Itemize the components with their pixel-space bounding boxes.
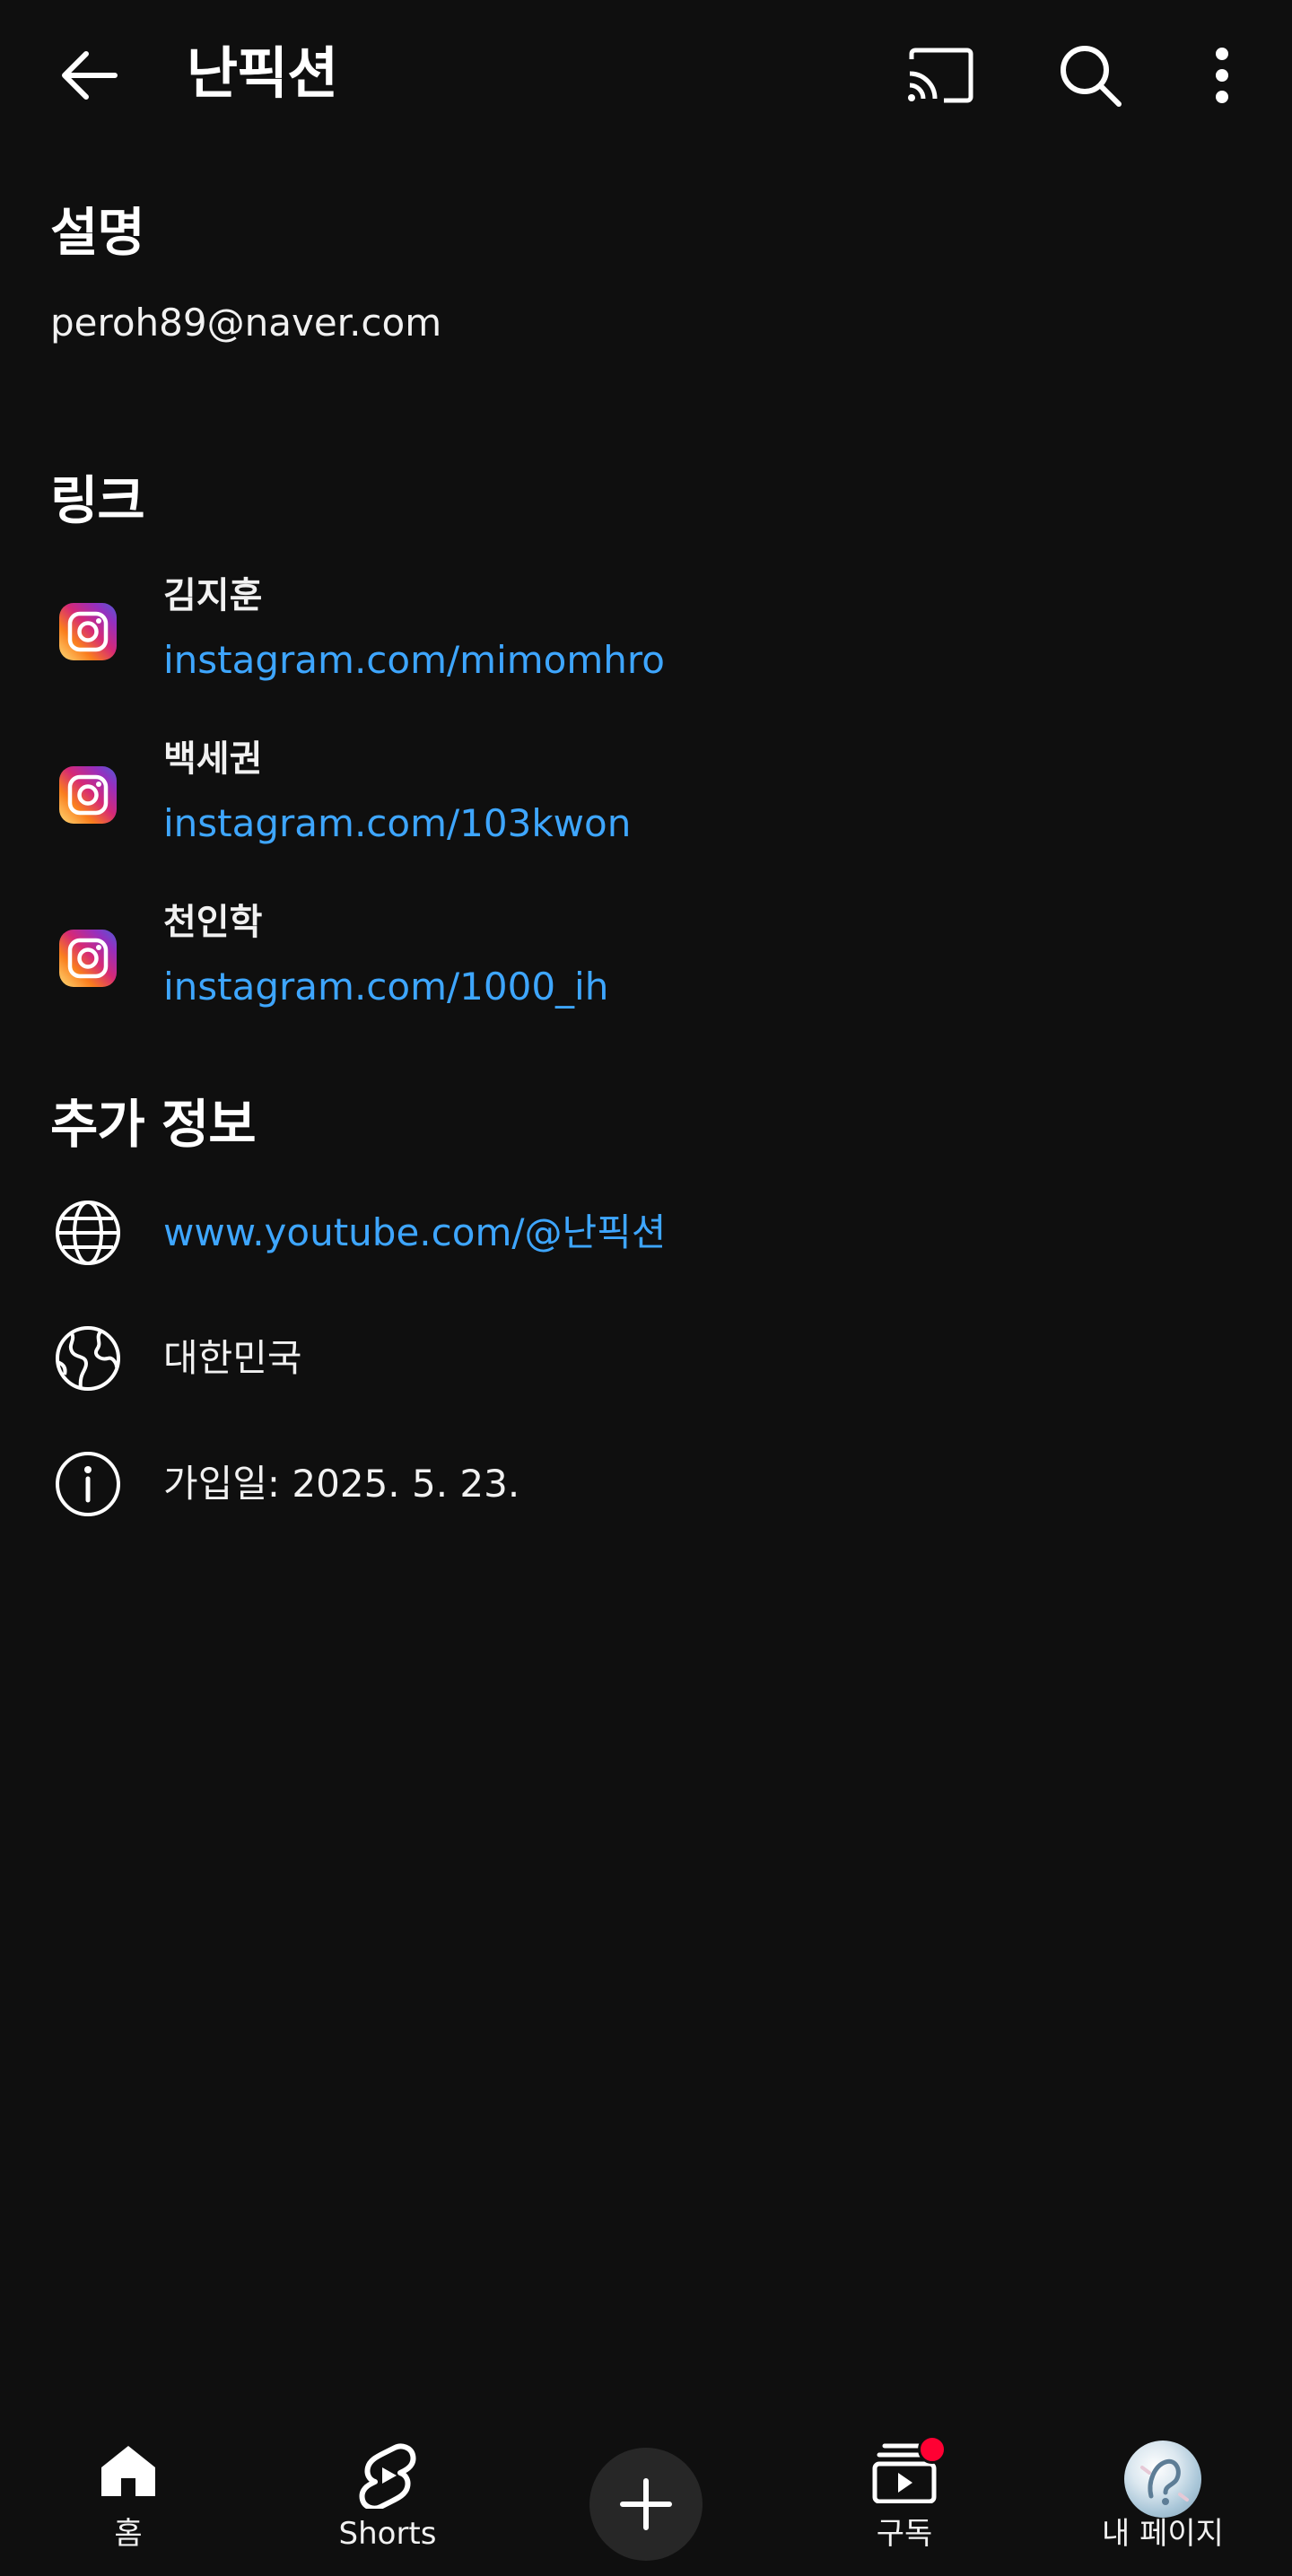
nav-you[interactable]: 내 페이지 xyxy=(1064,2414,1261,2576)
search-button[interactable] xyxy=(1052,39,1129,111)
page-title: 난픽션 xyxy=(187,40,338,106)
links-heading: 링크 xyxy=(50,470,145,531)
instagram-icon xyxy=(59,930,117,987)
more-info-heading: 추가 정보 xyxy=(50,1094,257,1155)
cast-icon xyxy=(908,48,973,103)
nav-shorts-label: Shorts xyxy=(338,2516,437,2552)
link-name: 천인학 xyxy=(163,902,263,943)
instagram-icon xyxy=(59,766,117,824)
cast-button[interactable] xyxy=(897,39,983,111)
joined-date-text: 가입일: 2025. 5. 23. xyxy=(163,1462,520,1506)
plus-icon xyxy=(620,2478,672,2530)
channel-url-row[interactable]: www.youtube.com/@난픽션 xyxy=(0,1188,1292,1278)
country-text: 대한민국 xyxy=(163,1336,302,1380)
more-vert-icon xyxy=(1216,48,1228,103)
create-button[interactable] xyxy=(589,2448,703,2561)
bottom-navigation: 홈 Shorts 구독 내 페이지 xyxy=(0,2414,1292,2576)
description-heading: 설명 xyxy=(50,202,145,263)
instagram-icon xyxy=(59,603,117,660)
nav-shorts[interactable]: Shorts xyxy=(289,2414,486,2576)
top-app-bar: 난픽션 xyxy=(0,0,1292,153)
link-name: 백세권 xyxy=(163,738,263,780)
country-row: 대한민국 xyxy=(0,1314,1292,1403)
link-item[interactable]: 천인학 instagram.com/1000_ih xyxy=(0,897,1292,1041)
nav-home-label: 홈 xyxy=(114,2516,143,2552)
home-icon xyxy=(101,2446,155,2496)
notification-dot xyxy=(918,2435,947,2464)
link-url[interactable]: instagram.com/103kwon xyxy=(163,797,631,851)
channel-url-link[interactable]: www.youtube.com/@난픽션 xyxy=(163,1206,666,1260)
search-icon xyxy=(1061,46,1122,107)
link-url[interactable]: instagram.com/1000_ih xyxy=(163,960,608,1014)
joined-row: 가입일: 2025. 5. 23. xyxy=(0,1439,1292,1529)
nav-home[interactable]: 홈 xyxy=(30,2414,227,2576)
globe-icon xyxy=(56,1201,120,1265)
arrow-left-icon xyxy=(62,51,118,100)
description-text: peroh89@naver.com xyxy=(50,301,442,345)
back-button[interactable] xyxy=(47,39,129,111)
link-item[interactable]: 백세권 instagram.com/103kwon xyxy=(0,734,1292,878)
shorts-icon xyxy=(359,2443,416,2509)
nav-you-label: 내 페이지 xyxy=(1102,2516,1224,2552)
avatar-illustration xyxy=(1140,2458,1189,2505)
avatar xyxy=(1124,2441,1201,2518)
info-icon xyxy=(56,1452,120,1516)
link-item[interactable]: 김지훈 instagram.com/mimomhro xyxy=(0,571,1292,714)
link-url[interactable]: instagram.com/mimomhro xyxy=(163,633,665,687)
more-options-button[interactable] xyxy=(1186,39,1258,111)
earth-icon xyxy=(56,1326,120,1391)
link-name: 김지훈 xyxy=(163,575,263,616)
nav-subscriptions[interactable]: 구독 xyxy=(806,2414,1003,2576)
nav-subscriptions-label: 구독 xyxy=(876,2516,933,2552)
